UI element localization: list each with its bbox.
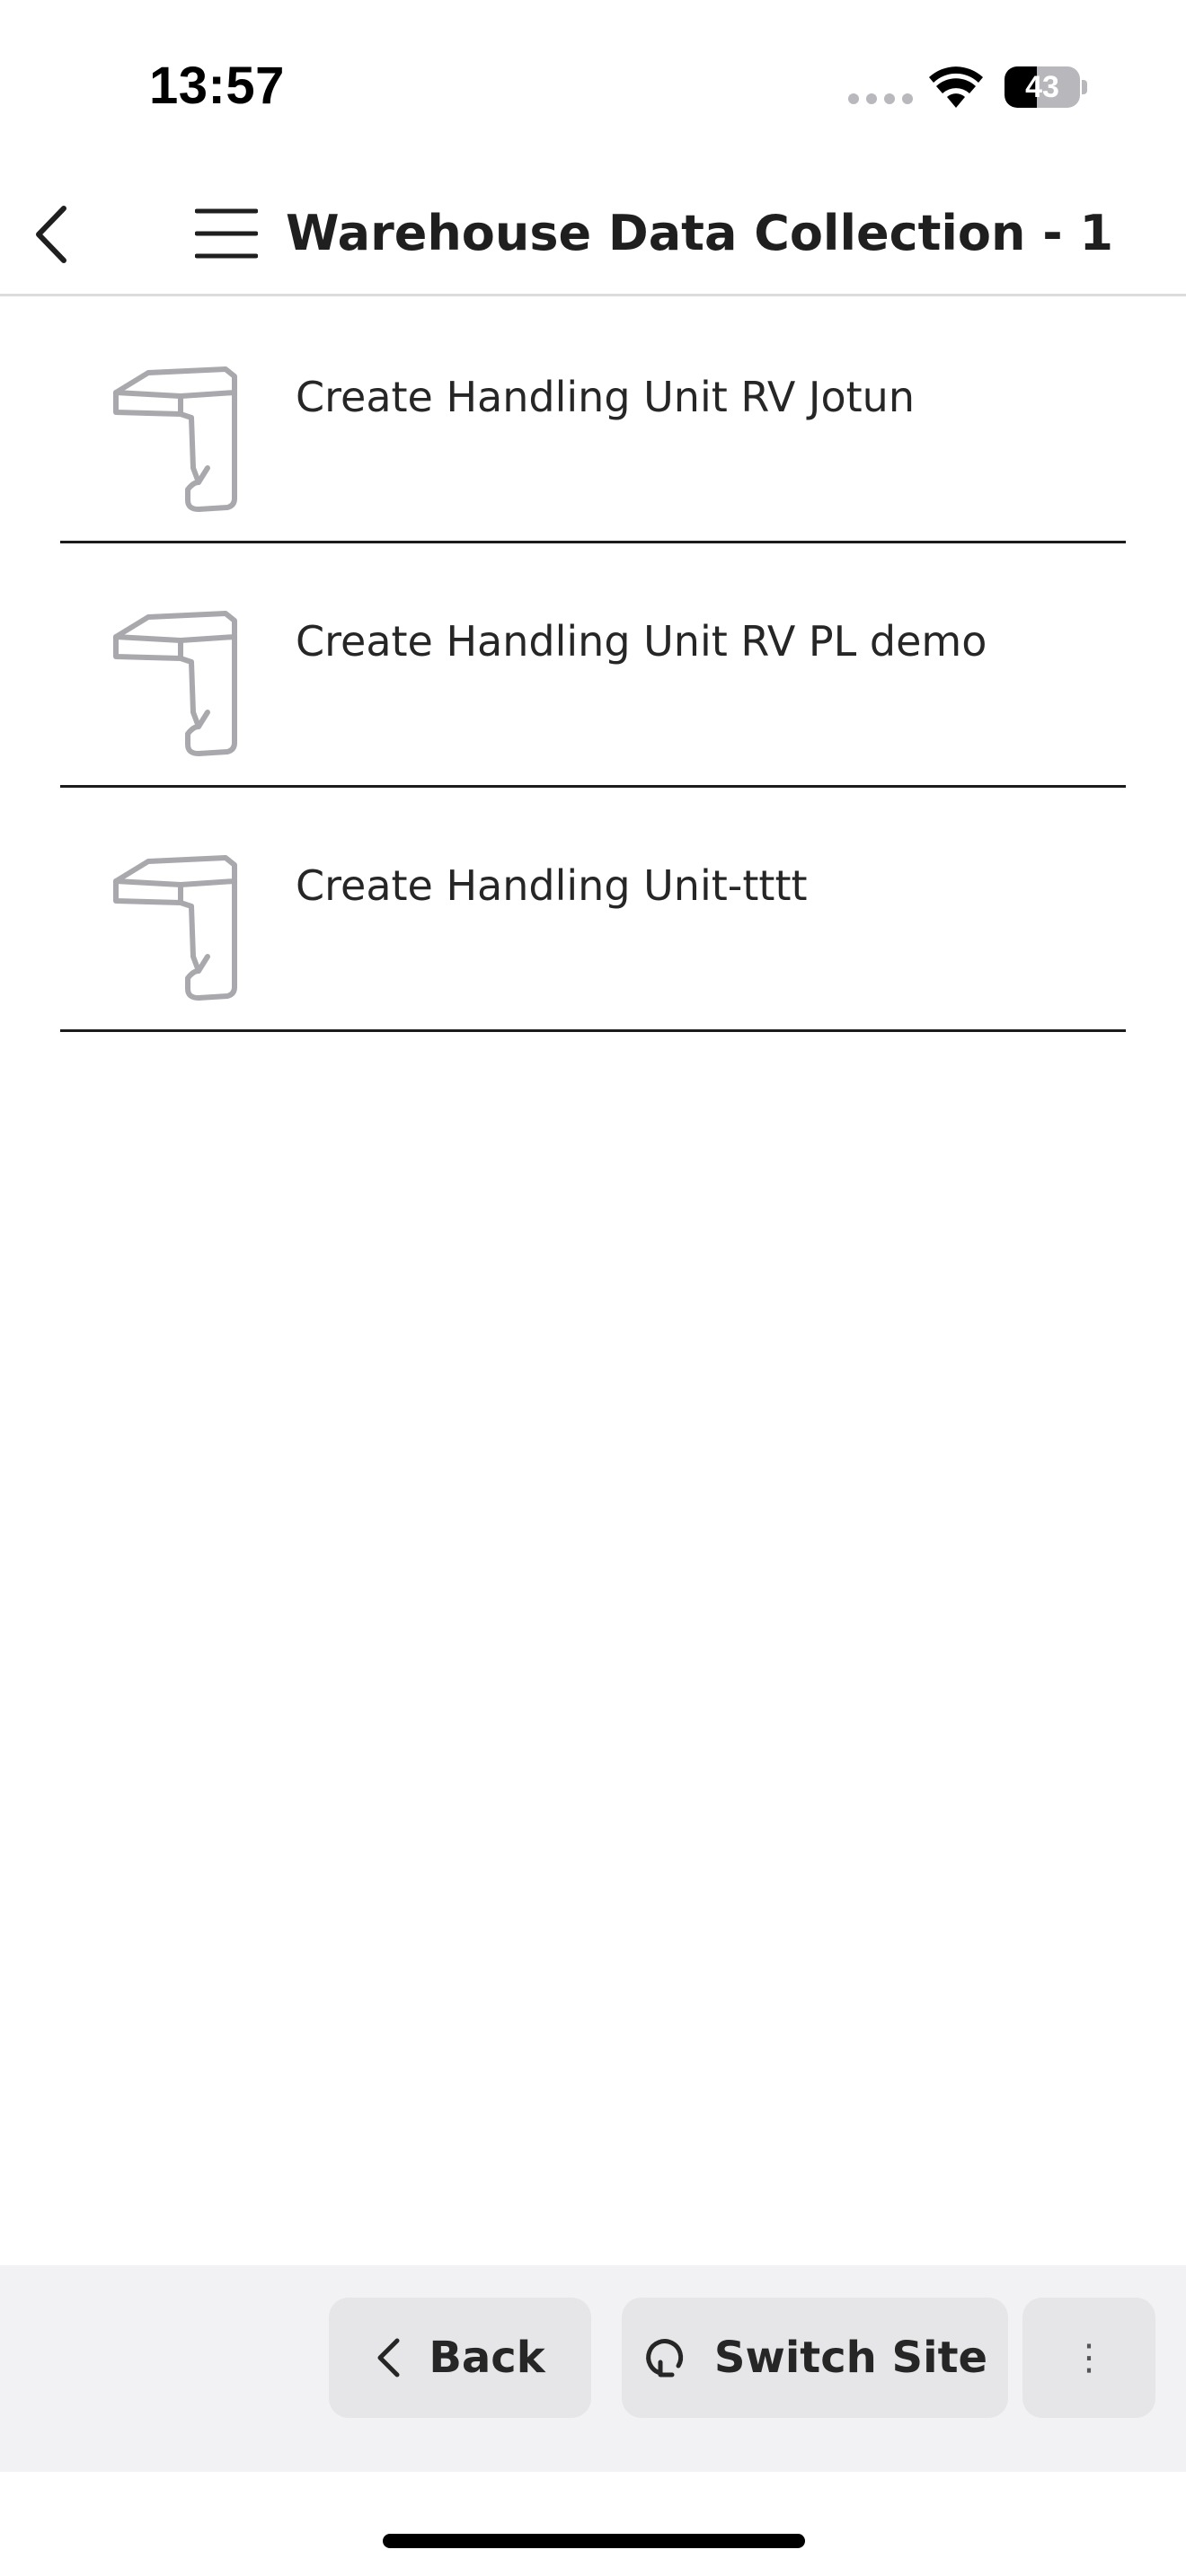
back-button-label: Back <box>429 2333 545 2383</box>
battery-level: 43 <box>1025 70 1059 104</box>
status-time: 13:57 <box>149 57 285 115</box>
back-button[interactable]: Back <box>329 2298 591 2418</box>
barcode-scanner-icon <box>113 611 237 756</box>
list-item[interactable]: Create Handling Unit-tttt <box>60 788 1126 1032</box>
status-bar: 13:57 43 <box>0 0 1186 171</box>
cellular-signal-icon <box>848 93 913 104</box>
more-vertical-icon: ⋮ <box>1071 2337 1107 2378</box>
chevron-left-icon <box>377 2338 400 2378</box>
barcode-scanner-icon <box>113 855 237 1001</box>
battery-icon: 43 <box>1005 66 1087 108</box>
chevron-left-icon <box>36 206 66 263</box>
more-options-button[interactable]: ⋮ <box>1022 2298 1155 2418</box>
page-title: Warehouse Data Collection - 1 <box>286 205 1114 261</box>
switch-site-button-label: Switch Site <box>713 2333 988 2383</box>
menu-button[interactable] <box>190 198 262 269</box>
list-item[interactable]: Create Handling Unit RV PL demo <box>60 543 1126 788</box>
hamburger-menu-icon <box>195 208 258 259</box>
process-list: Create Handling Unit RV Jotun Create Han… <box>60 299 1126 1032</box>
wifi-icon <box>929 66 983 108</box>
barcode-scanner-icon <box>113 366 237 512</box>
list-item[interactable]: Create Handling Unit RV Jotun <box>60 299 1126 543</box>
refresh-icon <box>646 2339 684 2378</box>
list-item-label: Create Handling Unit RV Jotun <box>296 373 915 421</box>
app-header: Warehouse Data Collection - 1 <box>0 171 1186 296</box>
list-item-label: Create Handling Unit RV PL demo <box>296 617 987 666</box>
bottom-action-bar: Back Switch Site ⋮ <box>0 2265 1186 2472</box>
list-item-label: Create Handling Unit-tttt <box>296 861 808 910</box>
home-indicator[interactable] <box>383 2534 805 2548</box>
header-back-button[interactable] <box>20 194 83 275</box>
switch-site-button[interactable]: Switch Site <box>622 2298 1008 2418</box>
